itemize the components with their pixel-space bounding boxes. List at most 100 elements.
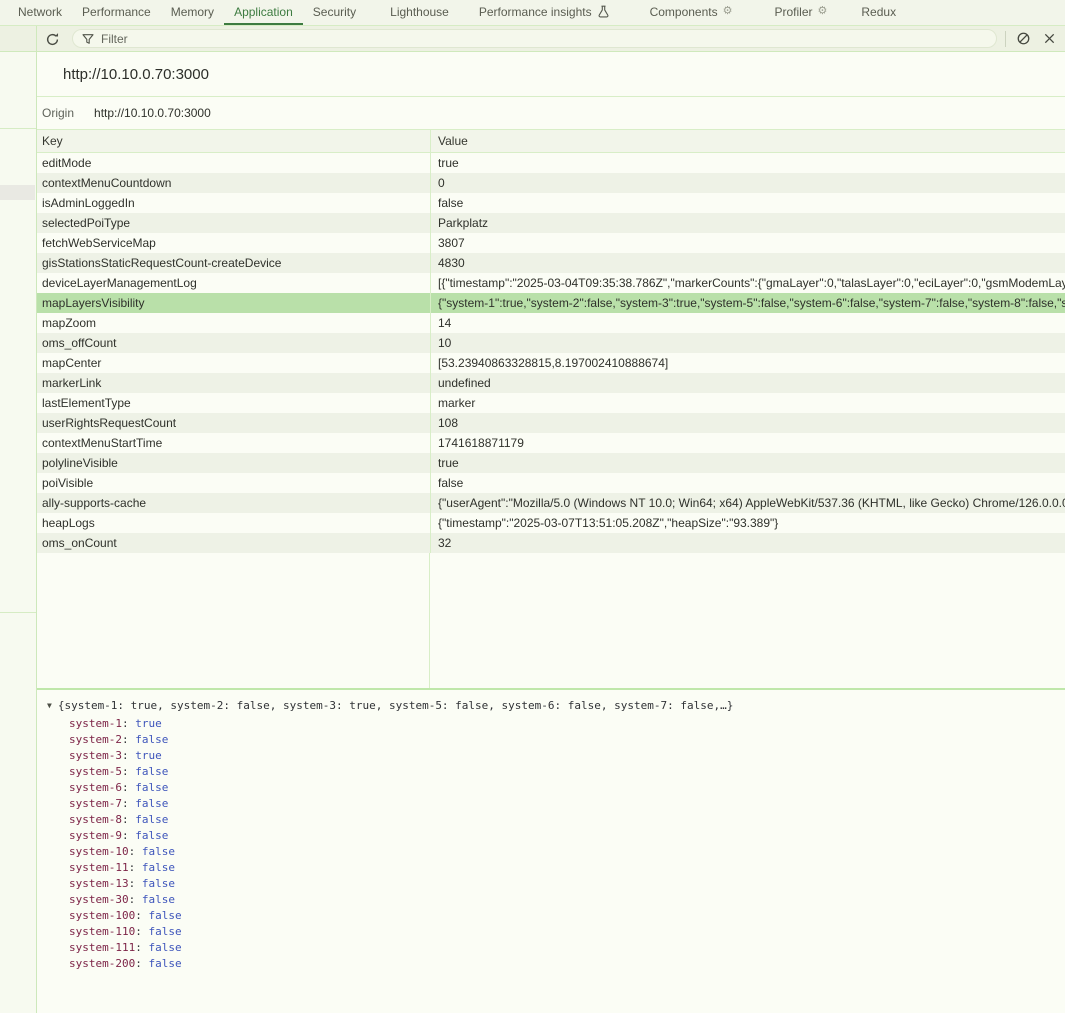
circle-slash-icon [1016,31,1031,46]
row-key: oms_offCount [37,333,430,353]
row-key: poiVisible [37,473,430,493]
column-header-value[interactable]: Value [430,130,1065,152]
object-property: system-200false [37,956,1065,972]
tab-application[interactable]: Application [224,0,303,25]
row-value: 14 [430,313,1065,333]
object-preview-summary: {system-1: true, system-2: false, system… [58,698,734,713]
tab-performance[interactable]: Performance [72,0,161,25]
tab-components[interactable]: Components⚙ [640,0,743,25]
refresh-icon [45,32,60,47]
tab-label: Memory [171,5,214,19]
storage-toolbar [0,26,1065,52]
table-row[interactable]: fetchWebServiceMap3807 [37,233,1065,253]
value-preview-pane: ▼ {system-1: true, system-2: false, syst… [37,690,1065,972]
row-value: 0 [430,173,1065,193]
clear-storage-button[interactable] [1014,30,1032,48]
panel-divider [36,26,37,52]
row-value: true [430,153,1065,173]
row-key: ally-supports-cache [37,493,430,513]
table-row[interactable]: selectedPoiTypeParkplatz [37,213,1065,233]
close-icon [1043,32,1056,45]
filter-box [72,29,997,48]
sidebar-selected-item[interactable] [0,185,35,200]
table-row[interactable]: mapLayersVisibility{"system-1":true,"sys… [37,293,1065,313]
table-row[interactable]: isAdminLoggedInfalse [37,193,1065,213]
property-name: system-6 [69,781,135,794]
property-value: false [142,845,175,858]
sidebar-divider [0,612,36,613]
row-key: userRightsRequestCount [37,413,430,433]
table-row[interactable]: markerLinkundefined [37,373,1065,393]
table-row[interactable]: ally-supports-cache{"userAgent":"Mozilla… [37,493,1065,513]
table-row[interactable]: mapZoom14 [37,313,1065,333]
property-name: system-9 [69,829,135,842]
table-row[interactable]: mapCenter[53.23940863328815,8.1970024108… [37,353,1065,373]
row-key: mapZoom [37,313,430,333]
property-name: system-1 [69,717,135,730]
local-storage-view: http://10.10.0.70:3000 Origin http://10.… [37,52,1065,1013]
table-row[interactable]: oms_offCount10 [37,333,1065,353]
disclosure-triangle-icon[interactable]: ▼ [47,698,52,713]
tab-network[interactable]: Network [8,0,72,25]
origin-label: Origin [42,106,74,120]
column-header-key[interactable]: Key [37,134,430,148]
property-name: system-111 [69,941,148,954]
row-value: {"timestamp":"2025-03-07T13:51:05.208Z",… [430,513,1065,533]
table-row[interactable]: poiVisiblefalse [37,473,1065,493]
table-row[interactable]: oms_onCount32 [37,533,1065,553]
property-value: false [142,877,175,890]
tab-redux[interactable]: Redux [851,0,906,25]
row-key: deviceLayerManagementLog [37,273,430,293]
object-property: system-7false [37,796,1065,812]
refresh-button[interactable] [43,30,61,48]
object-property: system-8false [37,812,1065,828]
object-property: system-3true [37,748,1065,764]
table-row[interactable]: userRightsRequestCount108 [37,413,1065,433]
table-row[interactable]: lastElementTypemarker [37,393,1065,413]
toolbar-divider [1005,31,1006,47]
table-row[interactable]: polylineVisibletrue [37,453,1065,473]
property-value: true [135,749,162,762]
row-key: oms_onCount [37,533,430,553]
filter-input[interactable] [101,32,987,46]
property-value: false [135,829,168,842]
delete-selected-button[interactable] [1040,30,1058,48]
tab-label: Network [18,5,62,19]
property-value: false [148,941,181,954]
row-value: false [430,193,1065,213]
row-value: {"userAgent":"Mozilla/5.0 (Windows NT 10… [430,493,1065,513]
table-row[interactable]: contextMenuStartTime1741618871179 [37,433,1065,453]
object-property: system-2false [37,732,1065,748]
row-value: undefined [430,373,1065,393]
row-key: polylineVisible [37,453,430,473]
tab-memory[interactable]: Memory [161,0,224,25]
property-name: system-200 [69,957,148,970]
property-name: system-13 [69,877,142,890]
origin-row: Origin http://10.10.0.70:3000 [37,97,1065,130]
property-name: system-10 [69,845,142,858]
row-value: [53.23940863328815,8.197002410888674] [430,353,1065,373]
tab-security[interactable]: Security [303,0,366,25]
table-row[interactable]: editModetrue [37,153,1065,173]
row-key: lastElementType [37,393,430,413]
row-value: marker [430,393,1065,413]
row-key: fetchWebServiceMap [37,233,430,253]
tab-lighthouse[interactable]: Lighthouse [380,0,459,25]
tab-label: Profiler [775,5,813,19]
property-name: system-11 [69,861,142,874]
tab-label: Performance insights [479,5,592,19]
table-row[interactable]: contextMenuCountdown0 [37,173,1065,193]
table-row[interactable]: heapLogs{"timestamp":"2025-03-07T13:51:0… [37,513,1065,533]
sidebar-divider [0,128,36,129]
tab-profiler[interactable]: Profiler⚙ [765,0,838,25]
tab-label: Performance [82,5,151,19]
row-key: contextMenuStartTime [37,433,430,453]
table-row[interactable]: deviceLayerManagementLog[{"timestamp":"2… [37,273,1065,293]
tab-performance-insights[interactable]: Performance insights [469,0,620,25]
table-row[interactable]: gisStationsStaticRequestCount-createDevi… [37,253,1065,273]
object-property: system-100false [37,908,1065,924]
table-header: Key Value [37,130,1065,153]
tab-label: Components [650,5,718,19]
row-key: editMode [37,153,430,173]
tab-label: Security [313,5,356,19]
